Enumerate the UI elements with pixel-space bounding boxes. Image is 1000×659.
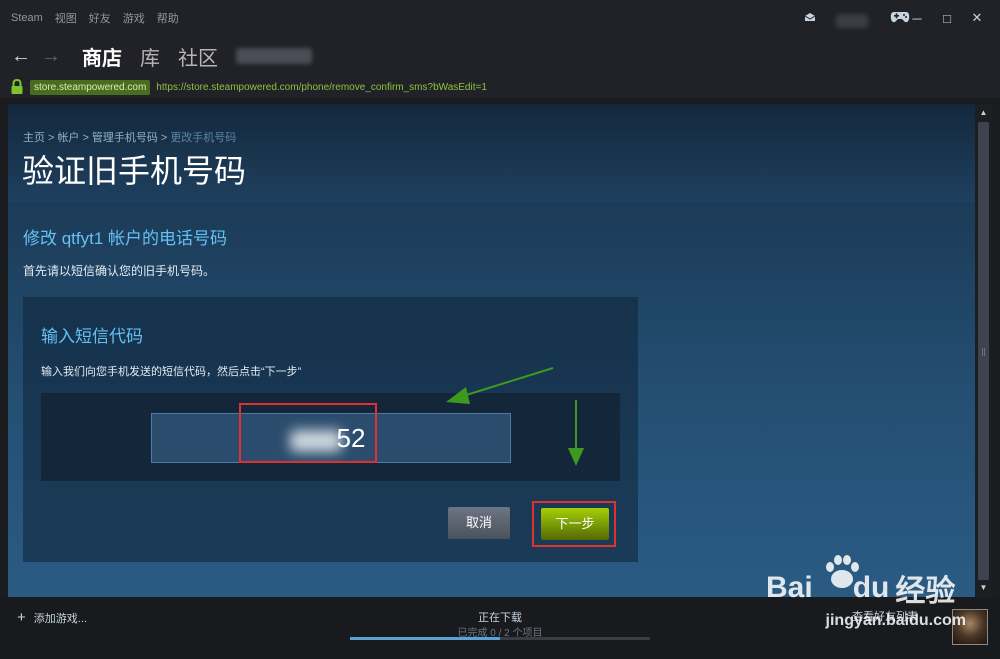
arrow-to-code-head [446,387,470,404]
menu-friends[interactable]: 好友 [89,10,111,26]
tab-library[interactable]: 库 [140,42,160,71]
close-icon[interactable]: ✕ [970,10,984,26]
lock-icon [11,79,23,94]
notification-icon[interactable] [804,12,816,22]
watermark-brand-cn: 经验 [895,575,956,608]
menu-steam[interactable]: Steam [11,12,43,24]
username-redacted[interactable] [836,14,868,28]
big-picture-gamepad-icon[interactable] [890,10,910,24]
scroll-thumb[interactable] [978,122,989,580]
arrow-to-next-head [568,448,584,466]
menu-view[interactable]: 视图 [55,10,77,26]
download-progress-bar [350,637,650,640]
scroll-down-arrow-icon[interactable]: ▼ [975,581,992,595]
arrow-to-code-line [462,367,554,397]
watermark-logo: Bai du 经验 [766,566,955,610]
download-progress-fill [350,637,500,640]
annotation-arrows [446,367,584,466]
tab-profile-redacted[interactable] [236,48,312,64]
menu-games[interactable]: 游戏 [123,10,145,26]
url-text[interactable]: https://store.steampowered.com/phone/rem… [156,82,487,93]
web-content: 主页 > 帐户 > 管理手机号码 > 更改手机号码 验证旧手机号码 修改 qtfyt1 帐户… [8,104,975,597]
menu-help[interactable]: 帮助 [157,10,179,26]
forward-arrow-icon[interactable]: → [38,45,64,68]
watermark-url: jingyan.baidu.com [825,612,966,629]
maximize-icon[interactable]: □ [940,11,954,26]
domain-badge: store.steampowered.com [30,79,151,95]
back-arrow-icon[interactable]: ← [8,45,34,68]
vertical-scrollbar[interactable]: ▲ ▼ [975,104,992,597]
tab-community[interactable]: 社区 [178,42,218,71]
minimize-icon[interactable]: ─ [910,11,924,26]
scroll-grip-icon [982,348,985,356]
watermark-brand-b: du [852,571,890,604]
menu-bar: Steam 视图 好友 游戏 帮助 ─ □ ✕ [0,0,1000,36]
watermark-brand-a: Bai [766,571,813,604]
nav-bar: ← → 商店 库 社区 [0,36,1000,76]
url-bar: store.steampowered.com https://store.ste… [0,76,1000,98]
scroll-up-arrow-icon[interactable]: ▲ [975,106,992,120]
tab-store[interactable]: 商店 [82,42,122,71]
